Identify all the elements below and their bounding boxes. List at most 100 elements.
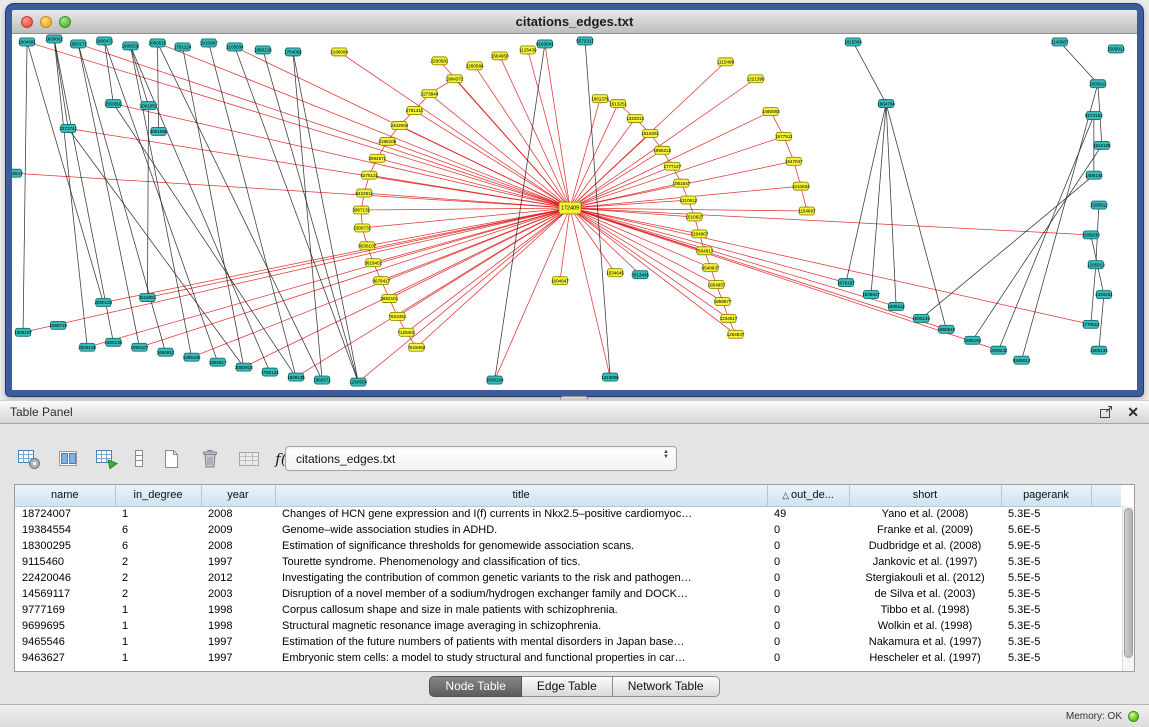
graph-edge[interactable]	[570, 208, 729, 318]
graph-node[interactable]: 1770512	[1082, 320, 1100, 328]
graph-node[interactable]: 2185106	[378, 137, 396, 145]
graph-edge[interactable]	[113, 104, 570, 208]
graph-node[interactable]: 7504917	[696, 247, 714, 255]
graph-edge[interactable]	[54, 39, 87, 347]
column-header-short[interactable]: short	[849, 485, 1001, 506]
graph-edge[interactable]	[1060, 42, 1098, 84]
graph-node[interactable]: 1860542	[937, 325, 955, 333]
graph-node[interactable]: 3862101	[380, 295, 398, 303]
graph-edge[interactable]	[570, 208, 640, 275]
graph-edge[interactable]	[158, 43, 159, 132]
cell-year[interactable]: 2003	[201, 586, 275, 602]
table-row[interactable]: 1830029562008Estimation of significance …	[15, 538, 1121, 554]
graph-edge[interactable]	[104, 41, 113, 104]
cell-out_degree[interactable]: 0	[767, 522, 849, 538]
graph-node[interactable]: 1956212	[653, 146, 671, 154]
column-header-pagerank[interactable]: pagerank	[1001, 485, 1091, 506]
tab-network-table[interactable]: Network Table	[613, 676, 720, 697]
graph-node[interactable]: 3513445	[631, 271, 649, 279]
graph-node[interactable]: 1616251	[641, 129, 659, 137]
cell-title[interactable]: Disruption of a novel member of a sodium…	[275, 586, 767, 602]
graph-node[interactable]: 1210612	[679, 196, 697, 204]
graph-node[interactable]: 2094571	[368, 154, 386, 162]
cell-year[interactable]: 2012	[201, 570, 275, 586]
column-header-name[interactable]: name	[15, 485, 115, 506]
graph-node[interactable]: 1509242	[990, 346, 1008, 354]
graph-edge[interactable]	[158, 43, 323, 380]
cell-in_degree[interactable]: 1	[115, 634, 201, 650]
graph-node[interactable]: 3067131	[352, 206, 370, 214]
graph-node[interactable]: 2061050	[150, 127, 168, 135]
graph-node[interactable]: 2271741	[59, 124, 77, 132]
graph-edge[interactable]	[972, 145, 1101, 340]
cell-year[interactable]: 1998	[201, 602, 275, 618]
cell-name[interactable]: 9463627	[15, 650, 115, 666]
graph-node[interactable]: 9274154	[1085, 112, 1103, 120]
column-header-out_degree[interactable]: △out_de...	[767, 485, 849, 506]
cell-short[interactable]: Jankovic et al. (1997)	[849, 554, 1001, 570]
graph-edge[interactable]	[54, 39, 113, 342]
graph-node[interactable]: 1650912	[157, 348, 175, 356]
cell-out_degree[interactable]: 0	[767, 554, 849, 570]
graph-node[interactable]: 2751411	[406, 107, 424, 115]
cell-year[interactable]: 1997	[201, 554, 275, 570]
cell-year[interactable]: 1997	[201, 650, 275, 666]
cell-pagerank[interactable]: 5.9E-5	[1001, 538, 1091, 554]
graph-node[interactable]: 2550591	[104, 100, 122, 108]
graph-node[interactable]: 1613251	[609, 100, 627, 108]
graph-edge[interactable]	[377, 158, 570, 208]
graph-node[interactable]: 1205913	[1087, 261, 1105, 269]
close-window-icon[interactable]	[21, 16, 33, 28]
table-scrollbar-thumb[interactable]	[1124, 508, 1133, 658]
graph-node[interactable]: 1405134	[1085, 171, 1103, 179]
cell-pagerank[interactable]: 5.3E-5	[1001, 618, 1091, 634]
graph-node[interactable]: 1754092	[284, 48, 302, 56]
table-mode-button[interactable]	[14, 444, 44, 474]
graph-edge[interactable]	[500, 56, 570, 208]
graph-node[interactable]: 6422511	[355, 189, 373, 197]
cell-short[interactable]: de Silva et al. (2003)	[849, 586, 1001, 602]
graph-edge[interactable]	[570, 208, 896, 306]
table-selector-dropdown[interactable]: citations_edges.txt ▲▼	[285, 446, 677, 471]
graph-node[interactable]: 1505917	[862, 291, 880, 299]
table-row[interactable]: 1938455462009Genome–wide association stu…	[15, 522, 1121, 538]
graph-node[interactable]: 1660471	[95, 37, 113, 45]
graph-node[interactable]: 8036107	[358, 242, 376, 250]
graph-node[interactable]: 4275121	[360, 171, 378, 179]
graph-node[interactable]: 1460517	[12, 169, 23, 177]
tab-edge-table[interactable]: Edge Table	[522, 676, 613, 697]
graph-edge[interactable]	[570, 136, 784, 208]
cell-title[interactable]: Investigating the contribution of common…	[275, 570, 767, 586]
zoom-window-icon[interactable]	[59, 16, 71, 28]
close-panel-button[interactable]: ✕	[1127, 405, 1139, 419]
graph-node[interactable]: 1664950	[491, 52, 509, 60]
graph-edge[interactable]	[570, 112, 771, 208]
cell-out_degree[interactable]: 0	[767, 538, 849, 554]
tab-node-table[interactable]: Node Table	[429, 676, 522, 697]
network-canvas-svg[interactable]: 1724092186084220058119043722273944275141…	[12, 34, 1137, 390]
cell-pagerank[interactable]: 5.3E-5	[1001, 650, 1091, 666]
graph-node[interactable]: 1610627	[685, 213, 703, 221]
graph-node[interactable]: 2186084	[330, 48, 348, 56]
column-header-title[interactable]: title	[275, 485, 767, 506]
table-row[interactable]: 1872400712008Changes of HCN gene express…	[15, 506, 1121, 522]
graph-node[interactable]: 3619451	[364, 259, 382, 267]
delete-column-button[interactable]	[195, 444, 225, 474]
graph-node[interactable]: 1534645	[606, 269, 624, 277]
graph-node[interactable]: 1961376	[591, 95, 609, 103]
graph-node[interactable]: 2273944	[421, 90, 439, 98]
graph-node[interactable]: 1210634	[792, 182, 810, 190]
graph-node[interactable]: 1260504	[349, 378, 367, 386]
graph-node[interactable]: 1905154	[963, 336, 981, 344]
graph-node[interactable]: 2505135	[78, 343, 96, 351]
graph-node[interactable]: 1315095	[601, 373, 619, 381]
cell-title[interactable]: Genome–wide association studies in ADHD.	[275, 522, 767, 538]
graph-node[interactable]: 2204907	[690, 230, 708, 238]
cell-short[interactable]: Tibbo et al. (1998)	[849, 602, 1001, 618]
graph-node[interactable]: 1595830	[1082, 231, 1100, 239]
network-canvas[interactable]: 1724092186084220058119043722273944275141…	[12, 34, 1137, 390]
cell-pagerank[interactable]: 5.3E-5	[1001, 634, 1091, 650]
graph-node[interactable]: 2143907	[1051, 38, 1069, 46]
graph-edge[interactable]	[475, 66, 570, 208]
table-row[interactable]: 2242004622012Investigating the contribut…	[15, 570, 1121, 586]
